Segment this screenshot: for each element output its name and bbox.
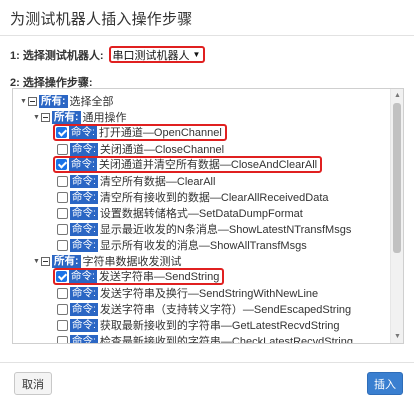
insert-button[interactable]: 插入	[367, 372, 403, 395]
tree-item-checkbox[interactable]	[57, 303, 68, 315]
tree-item-label: 关闭通道并清空所有数据—CloseAndClearAll	[98, 159, 318, 171]
tree-group-tag: 所有:	[52, 110, 81, 124]
tree-item-checkbox[interactable]	[57, 319, 68, 331]
expand-triangle-icon[interactable]: ▼	[19, 98, 28, 105]
tree-item-content: 命令: 设置数据转储格式—SetDataDumpFormat	[57, 205, 303, 221]
tree-item[interactable]: 命令: 获取最新接收到的字符串—GetLatestRecvdString	[57, 317, 340, 333]
tree-item-tag: 命令:	[70, 286, 98, 300]
tree-item[interactable]: 命令: 发送字符串（支持转义字符）—SendEscapedString	[57, 301, 351, 317]
tree-item-checkbox[interactable]	[57, 207, 68, 219]
tree-item[interactable]: 命令: 显示所有收发的消息—ShowAllTransfMsgs	[57, 237, 307, 253]
tree-item-checkbox[interactable]	[57, 175, 68, 187]
tree-item-tag: 命令:	[69, 125, 97, 139]
tree-item-content: 命令: 清空所有数据—ClearAll	[57, 173, 215, 189]
tree-item[interactable]: 命令: 显示最近收发的N条消息—ShowLatestNTransfMsgs	[57, 221, 351, 237]
tree-item-content: 命令: 清空所有接收到的数据—ClearAllReceivedData	[57, 189, 329, 205]
tree-group-general[interactable]: ▼ 所有: 通用操作	[32, 109, 127, 125]
scroll-down-icon[interactable]: ▼	[391, 330, 403, 343]
tree-item-label: 清空所有接收到的数据—ClearAllReceivedData	[99, 192, 329, 204]
tree-item-label: 发送字符串及换行—SendStringWithNewLine	[99, 288, 319, 300]
tree-item[interactable]: 命令: 清空所有数据—ClearAll	[57, 173, 215, 189]
tree-item-tag: 命令:	[70, 302, 98, 316]
footer-divider	[0, 362, 414, 363]
tree-item[interactable]: 命令: 清空所有接收到的数据—ClearAllReceivedData	[57, 189, 329, 205]
tree-item-content: 命令: 关闭通道—CloseChannel	[57, 141, 224, 157]
tree-item[interactable]: 命令: 设置数据转储格式—SetDataDumpFormat	[57, 205, 303, 221]
tree-item-checkbox[interactable]	[57, 335, 68, 343]
tree-scrollbar[interactable]: ▲ ▼	[390, 89, 403, 343]
collapse-toggle-icon[interactable]	[28, 96, 37, 106]
robot-select-value: 串口测试机器人	[112, 49, 190, 62]
tree-root[interactable]: ▼ 所有: 选择全部	[19, 93, 114, 109]
expand-triangle-icon[interactable]: ▼	[32, 258, 41, 265]
tree-item[interactable]: 命令: 发送字符串及换行—SendStringWithNewLine	[57, 285, 318, 301]
tree-item-checkbox[interactable]	[56, 126, 67, 138]
tree-group-label: 通用操作	[82, 112, 127, 124]
tree-item-tag: 命令:	[70, 318, 98, 332]
steps-tree-content: ▼ 所有: 选择全部 ▼ 所有: 通用操作 ▼ 所有: 字符串数据收发测试 命令…	[13, 89, 389, 343]
chevron-down-icon: ▼	[192, 50, 201, 59]
tree-item-label: 打开通道—OpenChannel	[98, 127, 222, 139]
highlight-frame: 命令: 发送字符串—SendString	[53, 267, 225, 285]
tree-item-label: 检查最新接收到的字符串—CheckLatestRecvdString	[99, 336, 353, 343]
insert-steps-dialog: 为测试机器人插入操作步骤 1: 选择测试机器人: 串口测试机器人 ▼ 2: 选择…	[0, 0, 414, 400]
highlight-frame: 命令: 打开通道—OpenChannel	[53, 123, 227, 141]
tree-root-label: 选择全部	[69, 96, 114, 108]
tree-group-tag: 所有:	[52, 254, 81, 268]
tree-item-tag: 命令:	[70, 334, 98, 343]
expand-triangle-icon[interactable]: ▼	[32, 114, 41, 121]
highlight-frame: 命令: 关闭通道并清空所有数据—CloseAndClearAll	[53, 155, 323, 173]
tree-item[interactable]: 命令: 打开通道—OpenChannel	[53, 123, 227, 141]
robot-select-label: 1: 选择测试机器人:	[10, 49, 104, 62]
robot-select-row: 1: 选择测试机器人: 串口测试机器人 ▼	[10, 46, 206, 63]
tree-item-content: 命令: 检查最新接收到的字符串—CheckLatestRecvdString	[57, 333, 353, 343]
tree-item-content: 命令: 获取最新接收到的字符串—GetLatestRecvdString	[57, 317, 340, 333]
tree-item-label: 显示所有收发的消息—ShowAllTransfMsgs	[99, 240, 307, 252]
collapse-toggle-icon[interactable]	[41, 256, 50, 266]
tree-item-tag: 命令:	[69, 269, 97, 283]
tree-item[interactable]: 命令: 检查最新接收到的字符串—CheckLatestRecvdString	[57, 333, 353, 343]
tree-item-label: 设置数据转储格式—SetDataDumpFormat	[99, 208, 303, 220]
robot-select[interactable]: 串口测试机器人 ▼	[108, 46, 206, 63]
tree-item-tag: 命令:	[70, 174, 98, 188]
tree-item-checkbox[interactable]	[56, 158, 67, 170]
tree-item-label: 清空所有数据—ClearAll	[99, 176, 216, 188]
tree-item-tag: 命令:	[70, 238, 98, 252]
steps-tree[interactable]: ▼ 所有: 选择全部 ▼ 所有: 通用操作 ▼ 所有: 字符串数据收发测试 命令…	[12, 88, 404, 344]
title-divider	[0, 35, 414, 36]
tree-item-checkbox[interactable]	[57, 191, 68, 203]
tree-item-label: 显示最近收发的N条消息—ShowLatestNTransfMsgs	[99, 224, 352, 236]
tree-item-tag: 命令:	[70, 206, 98, 220]
collapse-toggle-icon[interactable]	[41, 112, 50, 122]
tree-item-tag: 命令:	[70, 190, 98, 204]
tree-item-content: 命令: 显示最近收发的N条消息—ShowLatestNTransfMsgs	[57, 221, 351, 237]
tree-item[interactable]: 命令: 关闭通道—CloseChannel	[57, 141, 224, 157]
tree-item-tag: 命令:	[69, 157, 97, 171]
tree-root-tag: 所有:	[39, 94, 68, 108]
tree-item-content: 命令: 发送字符串及换行—SendStringWithNewLine	[57, 285, 318, 301]
tree-item-label: 发送字符串（支持转义字符）—SendEscapedString	[99, 304, 352, 316]
tree-item-content: 命令: 发送字符串（支持转义字符）—SendEscapedString	[57, 301, 351, 317]
cancel-button[interactable]: 取消	[14, 372, 52, 395]
tree-item[interactable]: 命令: 发送字符串—SendString	[53, 267, 225, 285]
scroll-up-icon[interactable]: ▲	[391, 89, 403, 102]
scrollbar-thumb[interactable]	[393, 103, 401, 253]
dialog-title: 为测试机器人插入操作步骤	[10, 11, 193, 28]
tree-group-string-test[interactable]: ▼ 所有: 字符串数据收发测试	[32, 253, 182, 269]
tree-item-checkbox[interactable]	[57, 143, 68, 155]
tree-item-checkbox[interactable]	[56, 270, 67, 282]
tree-item-label: 获取最新接收到的字符串—GetLatestRecvdString	[99, 320, 340, 332]
tree-item-checkbox[interactable]	[57, 223, 68, 235]
tree-item[interactable]: 命令: 关闭通道并清空所有数据—CloseAndClearAll	[53, 155, 323, 173]
tree-item-checkbox[interactable]	[57, 239, 68, 251]
tree-item-label: 发送字符串—SendString	[98, 271, 220, 283]
tree-item-checkbox[interactable]	[57, 287, 68, 299]
tree-item-label: 关闭通道—CloseChannel	[99, 144, 225, 156]
tree-group-label: 字符串数据收发测试	[82, 256, 182, 268]
tree-item-tag: 命令:	[70, 222, 98, 236]
tree-item-content: 命令: 显示所有收发的消息—ShowAllTransfMsgs	[57, 237, 307, 253]
tree-item-tag: 命令:	[70, 142, 98, 156]
